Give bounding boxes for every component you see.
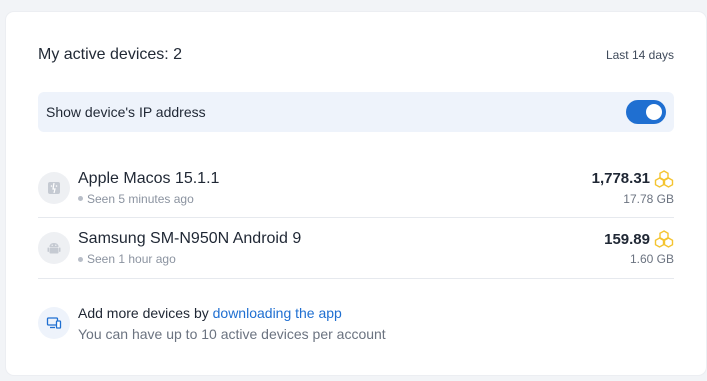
device-stats: 159.89 1.60 GB <box>604 230 674 266</box>
period-filter[interactable]: Last 14 days <box>606 48 674 62</box>
status-dot <box>78 196 83 201</box>
active-devices-title: My active devices: 2 <box>38 46 183 63</box>
device-last-seen: Seen 5 minutes ago <box>78 191 592 207</box>
device-info: Apple Macos 15.1.1 Seen 5 minutes ago <box>78 169 592 207</box>
device-points: 159.89 <box>604 230 650 248</box>
download-app-link[interactable]: downloading the app <box>213 305 342 321</box>
device-limit-note: You can have up to 10 active devices per… <box>78 326 386 342</box>
device-name: Apple Macos 15.1.1 <box>78 169 220 187</box>
apple-finder-icon <box>38 171 70 204</box>
device-traffic: 17.78 GB <box>623 191 674 206</box>
devices-card: My active devices: 2 Last 14 days Show d… <box>6 12 706 375</box>
points-coin-icon <box>654 230 674 248</box>
add-devices-line: Add more devices by downloading the app <box>78 304 386 322</box>
add-devices-footer: Add more devices by downloading the app … <box>38 304 674 343</box>
ip-address-setting: Show device's IP address <box>38 92 674 132</box>
android-icon <box>38 232 70 264</box>
device-info: Samsung SM-N950N Android 9 Seen 1 hour a… <box>78 229 604 267</box>
add-devices-prefix: Add more devices by <box>78 305 213 321</box>
add-devices-text: Add more devices by downloading the app … <box>78 304 386 343</box>
ip-address-label: Show device's IP address <box>46 104 206 120</box>
device-row: Samsung SM-N950N Android 9 Seen 1 hour a… <box>38 218 674 279</box>
status-dot <box>78 256 83 262</box>
ip-address-toggle[interactable] <box>626 100 666 124</box>
toggle-knob <box>646 104 662 120</box>
points-row: 159.89 <box>604 230 674 248</box>
last-seen-text: Seen 5 minutes ago <box>87 191 194 206</box>
points-coin-icon <box>654 169 674 188</box>
last-seen-text: Seen 1 hour ago <box>87 252 176 266</box>
device-row: Apple Macos 15.1.1 Seen 5 minutes ago 1,… <box>38 158 674 218</box>
points-row: 1,778.31 <box>591 169 674 188</box>
device-name: Samsung SM-N950N Android 9 <box>78 230 302 247</box>
device-stats: 1,778.31 17.78 GB <box>591 169 674 206</box>
device-traffic: 1.60 GB <box>629 252 674 266</box>
device-list: Apple Macos 15.1.1 Seen 5 minutes ago 1,… <box>38 158 674 279</box>
device-last-seen: Seen 1 hour ago <box>78 251 604 267</box>
card-header: My active devices: 2 Last 14 days <box>38 46 674 64</box>
devices-icon <box>38 307 70 339</box>
device-points: 1,778.31 <box>591 170 650 187</box>
